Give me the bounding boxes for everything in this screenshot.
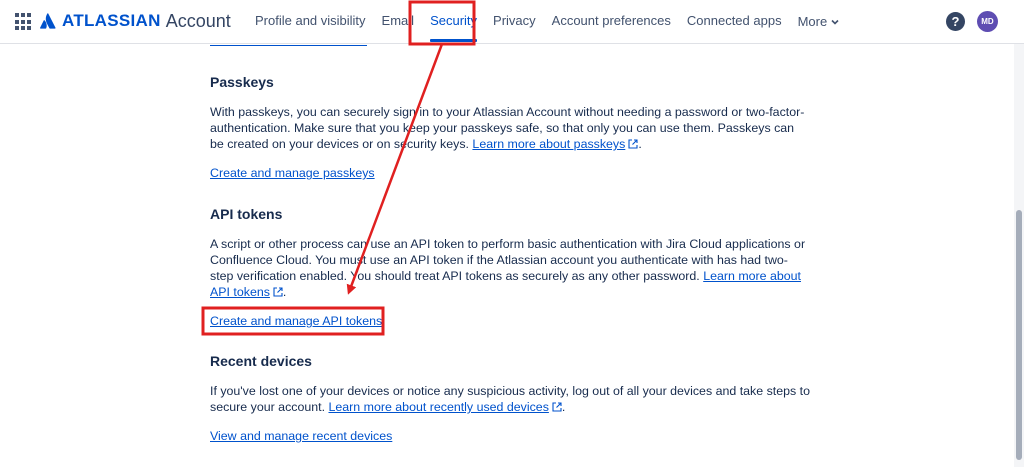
scrollbar-thumb[interactable]: [1016, 210, 1022, 460]
create-manage-passkeys-link[interactable]: Create and manage passkeys: [210, 166, 375, 180]
api-tokens-description: A script or other process can use an API…: [210, 237, 806, 299]
top-navigation-bar: ATLASSIAN Account Profile and visibility…: [0, 0, 1024, 44]
api-tokens-heading: API tokens: [210, 206, 283, 222]
avatar[interactable]: MD: [977, 11, 998, 32]
chevron-down-icon: [831, 19, 839, 25]
tab-profile-and-visibility[interactable]: Profile and visibility: [247, 0, 374, 44]
tab-privacy[interactable]: Privacy: [485, 0, 544, 44]
view-manage-recent-devices-link[interactable]: View and manage recent devices: [210, 429, 392, 443]
more-menu-button[interactable]: More: [790, 0, 849, 44]
logo-brand-text: ATLASSIAN: [62, 11, 161, 30]
passkeys-section: Passkeys With passkeys, you can securely…: [210, 74, 810, 182]
create-manage-api-tokens-link[interactable]: Create and manage API tokens: [210, 314, 382, 328]
learn-more-recent-devices-label: Learn more about recently used devices: [328, 400, 549, 414]
more-menu-label: More: [797, 14, 828, 29]
account-security-page: ATLASSIAN Account Profile and visibility…: [0, 0, 1024, 467]
learn-more-passkeys-label: Learn more about passkeys: [472, 137, 626, 151]
learn-more-passkeys-link[interactable]: Learn more about passkeys: [472, 137, 638, 151]
recent-devices-description: If you've lost one of your devices or no…: [210, 384, 810, 414]
app-switcher-icon[interactable]: [15, 13, 33, 31]
passkeys-description: With passkeys, you can securely sign in …: [210, 105, 805, 151]
external-link-icon: [273, 287, 283, 297]
tab-account-preferences[interactable]: Account preferences: [544, 0, 679, 44]
learn-more-recent-devices-link[interactable]: Learn more about recently used devices: [328, 400, 562, 414]
recent-devices-heading: Recent devices: [210, 353, 312, 369]
tab-security[interactable]: Security: [422, 0, 485, 44]
api-tokens-section: API tokens A script or other process can…: [210, 206, 810, 330]
help-icon[interactable]: ?: [946, 12, 965, 31]
primary-nav: Profile and visibility Email Security Pr…: [247, 0, 848, 44]
recent-devices-section: Recent devices If you've lost one of you…: [210, 353, 810, 445]
logo-product-text: Account: [165, 10, 231, 31]
tab-connected-apps[interactable]: Connected apps: [679, 0, 790, 44]
external-link-icon: [628, 139, 638, 149]
tab-email[interactable]: Email: [374, 0, 423, 44]
atlassian-logo[interactable]: ATLASSIAN Account: [40, 10, 231, 32]
passkeys-heading: Passkeys: [210, 74, 274, 90]
atlassian-logo-icon: [40, 13, 56, 29]
page-scrollbar[interactable]: [1014, 44, 1024, 467]
external-link-icon: [552, 402, 562, 412]
